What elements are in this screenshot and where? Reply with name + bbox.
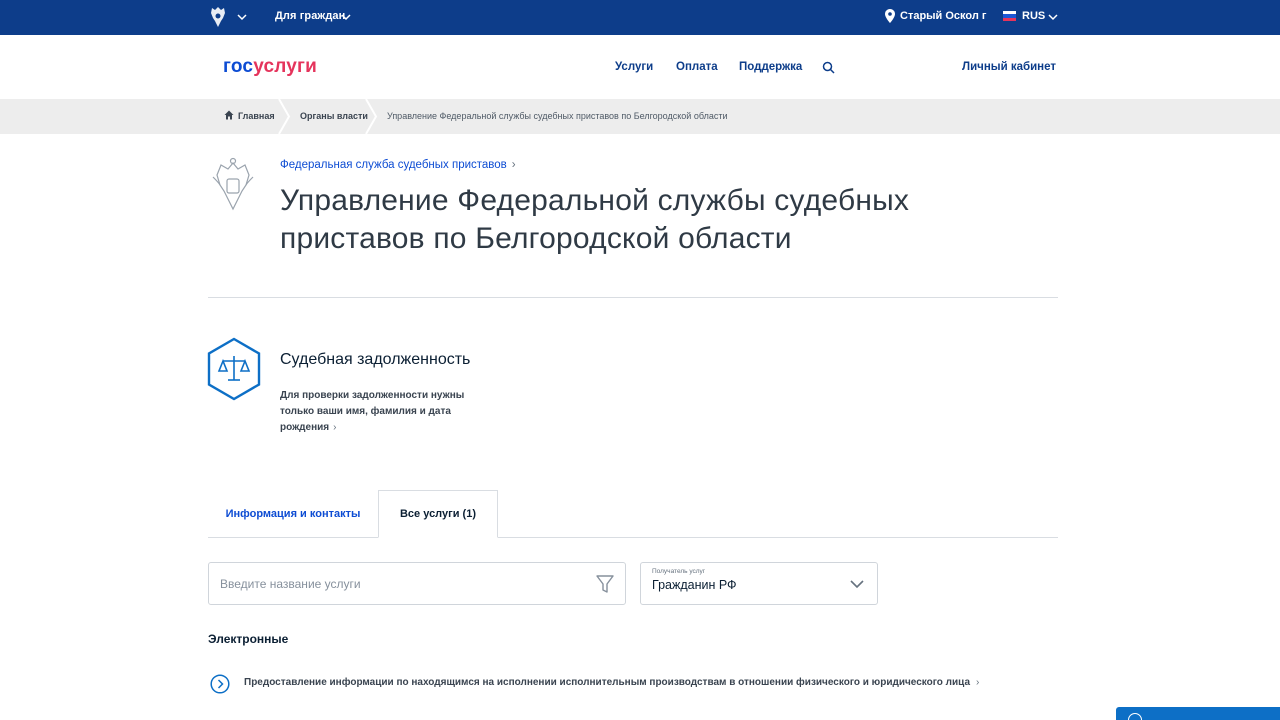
home-icon[interactable]	[224, 110, 234, 120]
breadcrumb-current: Управление Федеральной службы судебных п…	[387, 111, 728, 121]
breadcrumb-authorities[interactable]: Органы власти	[300, 111, 368, 121]
court-debt-title[interactable]: Судебная задолженность	[280, 351, 470, 369]
chevron-down-icon[interactable]	[236, 11, 248, 23]
scales-icon	[207, 337, 261, 401]
breadcrumb-separator-icon	[365, 99, 378, 134]
chevron-right-icon: ›	[976, 677, 980, 688]
chevron-right-icon: ›	[333, 422, 337, 433]
service-search-input[interactable]	[220, 574, 580, 594]
search-icon[interactable]	[822, 61, 835, 74]
court-debt-description[interactable]: Для проверки задолженности нужны только …	[280, 388, 470, 436]
location-pin-icon[interactable]	[885, 9, 895, 23]
service-list-item[interactable]: Предоставление информации по находящимся…	[208, 673, 979, 697]
russian-flag-icon	[1003, 11, 1016, 21]
city-selector[interactable]: Старый Оскол г	[900, 10, 987, 22]
section-heading-electronic: Электронные	[208, 632, 289, 646]
nav-payment[interactable]: Оплата	[676, 61, 718, 73]
breadcrumb: Главная Органы власти Управление Федерал…	[0, 99, 1280, 134]
filter-icon[interactable]	[596, 574, 614, 594]
coat-of-arms-icon	[212, 157, 254, 211]
coat-of-arms-icon[interactable]	[208, 5, 228, 29]
tab-info-contacts[interactable]: Информация и контакты	[208, 490, 378, 538]
chevron-down-icon[interactable]	[1047, 11, 1059, 23]
help-widget-icon	[1128, 713, 1142, 720]
main-header: госуслуги Услуги Оплата Поддержка Личный…	[0, 35, 1280, 99]
service-search-field[interactable]	[208, 562, 626, 605]
recipient-select[interactable]: Получатель услуг Гражданин РФ	[640, 562, 878, 605]
service-label: Предоставление информации по находящимся…	[244, 677, 980, 688]
nav-support[interactable]: Поддержка	[739, 61, 802, 73]
divider	[208, 297, 1058, 298]
nav-services[interactable]: Услуги	[615, 61, 653, 73]
top-bar: Для граждан Старый Оскол г RUS	[0, 0, 1280, 35]
recipient-value: Гражданин РФ	[652, 578, 737, 592]
chevron-circle-icon	[210, 674, 230, 694]
page-title: Управление Федеральной службы судебных п…	[280, 184, 910, 255]
tab-all-services[interactable]: Все услуги (1)	[378, 490, 498, 538]
gosuslugi-logo[interactable]: госуслуги	[223, 56, 317, 78]
audience-selector[interactable]: Для граждан	[275, 10, 345, 22]
chevron-down-icon[interactable]	[340, 11, 352, 23]
breadcrumb-separator-icon	[278, 99, 291, 134]
language-selector[interactable]: RUS	[1022, 10, 1045, 22]
chevron-down-icon	[850, 580, 864, 589]
recipient-label: Получатель услуг	[652, 568, 706, 575]
chevron-right-icon: ›	[511, 159, 516, 171]
help-widget[interactable]	[1116, 707, 1280, 720]
parent-organization-link[interactable]: Федеральная служба судебных приставов ›	[280, 159, 516, 171]
breadcrumb-home[interactable]: Главная	[238, 111, 275, 121]
personal-account-link[interactable]: Личный кабинет	[962, 61, 1056, 73]
